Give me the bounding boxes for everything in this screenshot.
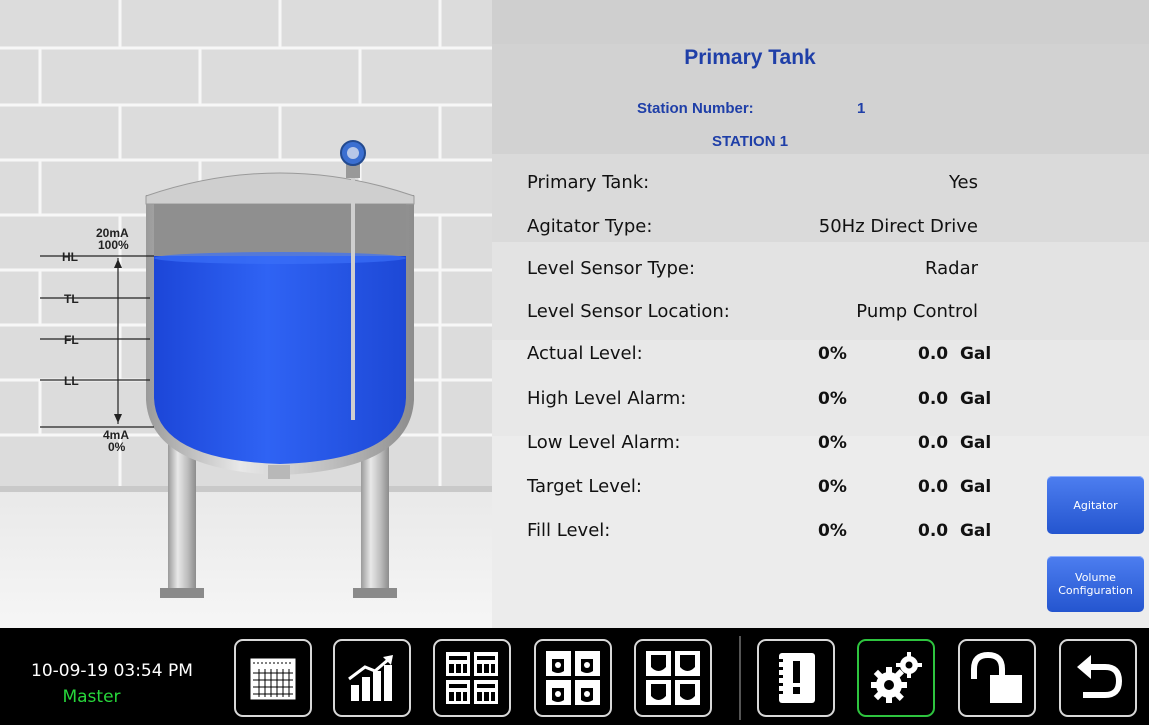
row-percent: 0%: [818, 477, 847, 497]
row-high-level-alarm: High Level Alarm: 0% 0.0 Gal: [492, 377, 1052, 421]
volume-button-label-line1: Volume: [1075, 571, 1116, 584]
tank-graphic: [0, 0, 492, 628]
agitator-button-label: Agitator: [1073, 498, 1118, 512]
row-label: Level Sensor Type:: [527, 258, 696, 279]
station-number-label: Station Number:: [637, 100, 754, 117]
row-value: Pump Control: [856, 301, 978, 322]
row-value: Yes: [948, 172, 978, 193]
current-user: Master: [62, 687, 121, 707]
gauge-top-pct-label: 100%: [98, 238, 129, 252]
row-percent: 0%: [818, 389, 847, 409]
unlock-button[interactable]: [958, 639, 1036, 717]
gauge-marker-tl: TL: [64, 292, 79, 306]
row-fill-level: Fill Level: 0% 0.0 Gal: [492, 509, 1052, 553]
alarm-book-icon: [775, 653, 815, 703]
station-grid-icon: [446, 652, 498, 704]
row-gallons: 0.0 Gal: [918, 433, 992, 453]
row-gallons: 0.0 Gal: [918, 344, 992, 364]
unlock-icon: [971, 651, 1022, 703]
row-label: Level Sensor Location:: [527, 301, 730, 322]
row-level-sensor-type: Level Sensor Type: Radar: [492, 247, 1052, 291]
row-value: 50Hz Direct Drive: [818, 216, 978, 237]
station-name: STATION 1: [711, 133, 789, 150]
row-percent: 0%: [818, 344, 847, 364]
row-primary-tank: Primary Tank: Yes: [492, 161, 1052, 205]
row-low-level-alarm: Low Level Alarm: 0% 0.0 Gal: [492, 421, 1052, 465]
trend-chart-icon: [348, 655, 393, 701]
calendar-button[interactable]: [234, 639, 312, 717]
settings-gears-icon: [871, 652, 922, 703]
row-value: Radar: [925, 258, 978, 279]
row-target-level: Target Level: 0% 0.0 Gal: [492, 465, 1052, 509]
bottom-nav-bar: 10-09-19 03:54 PM Master: [0, 628, 1149, 725]
row-gallons: 0.0 Gal: [918, 477, 992, 497]
agitator-button[interactable]: Agitator: [1047, 476, 1144, 534]
row-label: Target Level:: [527, 476, 642, 497]
gauge-marker-hl: HL: [62, 250, 78, 264]
tank-overview-button[interactable]: [634, 639, 712, 717]
row-label: Primary Tank:: [527, 172, 650, 193]
row-label: High Level Alarm:: [527, 388, 687, 409]
gauge-marker-ll: LL: [64, 374, 79, 388]
settings-button[interactable]: [857, 639, 935, 717]
bar-divider: [739, 636, 741, 720]
row-label: Fill Level:: [527, 520, 611, 541]
row-gallons: 0.0 Gal: [918, 521, 992, 541]
tank-grid-icon: [646, 651, 700, 705]
row-level-sensor-location: Level Sensor Location: Pump Control: [492, 290, 1052, 334]
volume-configuration-button[interactable]: Volume Configuration: [1047, 556, 1144, 612]
row-gallons: 0.0 Gal: [918, 389, 992, 409]
volume-button-label-line2: Configuration: [1058, 584, 1133, 597]
row-percent: 0%: [818, 521, 847, 541]
row-label: Actual Level:: [527, 343, 643, 364]
stations-button[interactable]: [433, 639, 511, 717]
row-agitator-type: Agitator Type: 50Hz Direct Drive: [492, 205, 1052, 249]
panel-title: Primary Tank: [684, 46, 816, 69]
row-label: Low Level Alarm:: [527, 432, 681, 453]
back-icon: [1077, 655, 1123, 698]
tank-details-panel: Primary Tank Station Number: 1 STATION 1…: [492, 0, 1149, 628]
tank-info-button[interactable]: [534, 639, 612, 717]
row-percent: 0%: [818, 433, 847, 453]
back-button[interactable]: [1059, 639, 1137, 717]
tank-info-icon: [546, 651, 600, 705]
tank-illustration: 20mA 100% HL TL FL LL 4mA 0%: [0, 0, 492, 628]
alarm-log-button[interactable]: [757, 639, 835, 717]
trends-button[interactable]: [333, 639, 411, 717]
row-actual-level: Actual Level: 0% 0.0 Gal: [492, 332, 1052, 376]
datetime-display: 10-09-19 03:54 PM: [31, 661, 193, 681]
calendar-icon: [250, 658, 296, 700]
row-label: Agitator Type:: [527, 216, 653, 237]
gauge-marker-fl: FL: [64, 333, 79, 347]
gauge-bottom-pct-label: 0%: [108, 440, 126, 454]
station-number-value: 1: [857, 100, 866, 117]
